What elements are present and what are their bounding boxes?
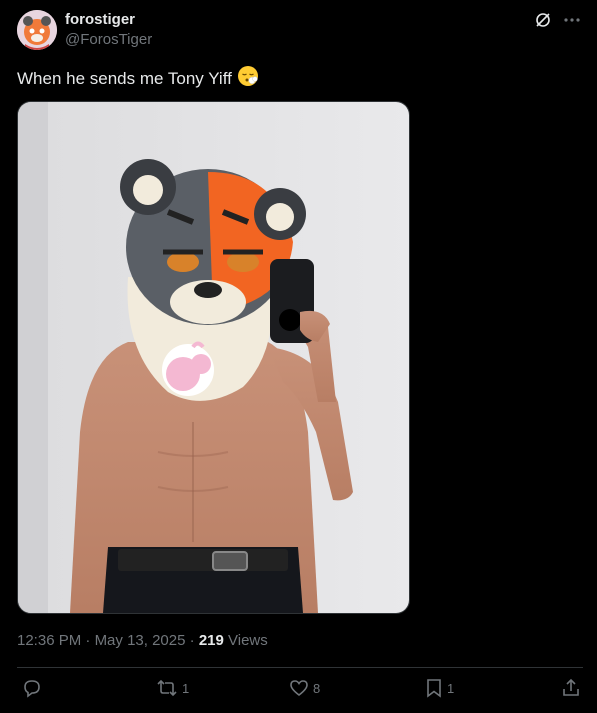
display-name[interactable]: forostiger	[65, 11, 135, 28]
post-emoji	[237, 65, 259, 92]
post-text: When he sends me Tony Yiff	[17, 65, 259, 92]
bookmark-icon	[425, 678, 443, 698]
views-count[interactable]: 219	[199, 632, 224, 649]
repost-count: 1	[182, 680, 190, 696]
divider	[17, 667, 583, 668]
reply-button[interactable]	[22, 678, 42, 698]
like-button[interactable]: 8	[289, 678, 320, 698]
share-button[interactable]	[561, 678, 581, 698]
like-count: 8	[313, 680, 321, 696]
repost-button[interactable]: 1	[156, 678, 189, 698]
post-text-body: When he sends me Tony Yiff	[17, 68, 232, 88]
views-label: Views	[228, 632, 268, 649]
top-actions	[533, 10, 581, 30]
meta-separator: ·	[189, 632, 199, 649]
avatar[interactable]	[17, 10, 57, 50]
more-icon[interactable]	[563, 11, 581, 29]
grok-icon[interactable]	[533, 10, 553, 30]
meta-separator: ·	[85, 632, 95, 649]
post: forostiger @ForosTiger When he sends me …	[0, 0, 597, 713]
post-time[interactable]: 12:36 PM	[17, 632, 81, 649]
action-bar: 1 8 1	[17, 678, 581, 702]
like-icon	[289, 678, 309, 698]
bookmark-button[interactable]: 1	[425, 678, 454, 698]
reply-icon	[22, 678, 42, 698]
share-icon	[561, 678, 581, 698]
post-date[interactable]: May 13, 2025	[95, 632, 186, 649]
post-meta: 12:36 PM · May 13, 2025 · 219 Views	[17, 632, 268, 649]
post-image[interactable]	[17, 101, 410, 614]
user-handle[interactable]: @ForosTiger	[65, 31, 152, 48]
bookmark-count: 1	[447, 680, 455, 696]
repost-icon	[156, 678, 178, 698]
